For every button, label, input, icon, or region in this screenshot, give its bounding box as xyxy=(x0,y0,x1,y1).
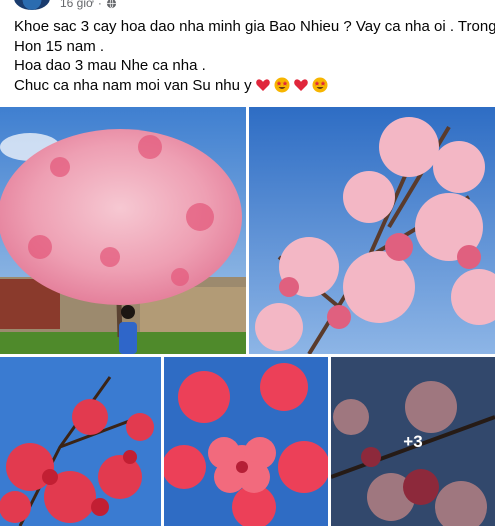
red-heart-icon xyxy=(293,79,308,92)
red-blossom-closeup-photo[interactable] xyxy=(164,357,328,526)
globe-icon xyxy=(106,0,116,8)
tree-with-woman-photo[interactable] xyxy=(0,107,246,354)
red-blossom-branches-photo[interactable] xyxy=(0,357,161,526)
caption-line: Hon 15 nam . xyxy=(14,37,105,55)
post-meta: 16 giờ · xyxy=(60,0,117,10)
post-time[interactable]: 16 giờ xyxy=(60,0,94,10)
star-struck-icon xyxy=(312,77,328,93)
more-photos-overlay[interactable]: +3 xyxy=(331,357,495,526)
red-heart-icon xyxy=(255,79,270,92)
pink-blossom-closeup-photo[interactable]: +3 xyxy=(331,357,495,526)
post-caption: Khoe sac 3 cay hoa dao nha minh gia Bao … xyxy=(14,17,495,96)
caption-line-text: Chuc ca nha nam moi van Su nhu y xyxy=(14,76,252,94)
pink-blossom-branches-photo[interactable] xyxy=(249,107,495,354)
caption-line: Khoe sac 3 cay hoa dao nha minh gia Bao … xyxy=(14,18,495,35)
star-struck-icon xyxy=(274,77,290,93)
more-photos-count: +3 xyxy=(403,431,423,451)
caption-line: Hoa dao 3 mau Nhe ca nha . xyxy=(14,57,206,74)
caption-line-with-emojis: Chuc ca nha nam moi van Su nhu y xyxy=(14,76,484,96)
avatar[interactable] xyxy=(14,0,50,10)
post-header: 16 giờ · xyxy=(0,0,495,10)
